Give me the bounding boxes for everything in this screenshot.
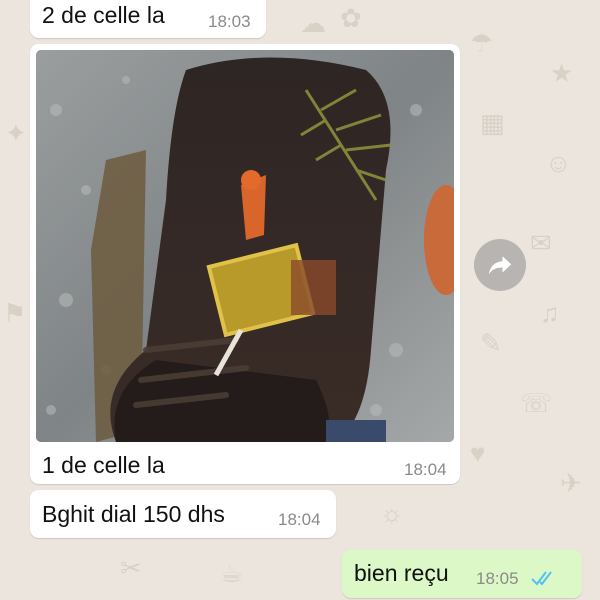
- wallpaper-doodle-icon: ✎: [480, 328, 502, 358]
- wallpaper-doodle-icon: ✦: [5, 118, 27, 148]
- forward-button[interactable]: [474, 239, 526, 291]
- message-text: bien reçu: [354, 560, 449, 586]
- wallpaper-doodle-icon: ★: [550, 58, 574, 88]
- wallpaper-doodle-icon: ☺: [545, 148, 572, 178]
- message-time: 18:04: [404, 460, 447, 479]
- wallpaper-doodle-icon: ⚑: [3, 298, 27, 328]
- forward-icon: [488, 256, 512, 275]
- message-time: 18:03: [208, 12, 251, 31]
- wallpaper-doodle-icon: ✂: [120, 553, 142, 583]
- message-bubble-incoming[interactable]: 2 de celle la 18:03: [30, 0, 266, 38]
- wallpaper-doodle-icon: ✉: [530, 228, 552, 258]
- message-photo[interactable]: [36, 50, 454, 442]
- wallpaper-doodle-icon: ☁: [300, 8, 326, 38]
- wallpaper-doodle-icon: ☼: [380, 498, 404, 528]
- wallpaper-doodle-icon: ♫: [540, 298, 560, 328]
- wallpaper-doodle-icon: ♥: [470, 438, 486, 468]
- message-time: 18:05: [476, 569, 519, 588]
- message-text: 2 de celle la: [42, 2, 165, 28]
- chat-area[interactable]: ☁ ✿ ☂ ★ ▦ ☺ ✉ ♫ ✎ ☏ ♥ ✈ ☼ ✂ ☕ ✦ ⚑ 2 de c…: [0, 0, 600, 600]
- message-bubble-outgoing[interactable]: bien reçu 18:05: [342, 550, 582, 598]
- wallpaper-doodle-icon: ✈: [560, 468, 582, 498]
- message-text: Bghit dial 150 dhs: [42, 501, 225, 527]
- image-message-bubble[interactable]: 1 de celle la 18:04: [30, 44, 460, 484]
- message-bubble-incoming[interactable]: Bghit dial 150 dhs 18:04: [30, 490, 336, 538]
- wallpaper-doodle-icon: ☏: [520, 388, 553, 418]
- image-caption: 1 de celle la: [42, 452, 165, 478]
- wallpaper-doodle-icon: ▦: [480, 108, 505, 138]
- message-time: 18:04: [278, 510, 321, 529]
- wallpaper-doodle-icon: ☂: [470, 28, 494, 58]
- wallpaper-doodle-icon: ✿: [340, 3, 362, 33]
- double-check-icon: [531, 571, 552, 586]
- wallpaper-doodle-icon: ☕: [220, 558, 244, 588]
